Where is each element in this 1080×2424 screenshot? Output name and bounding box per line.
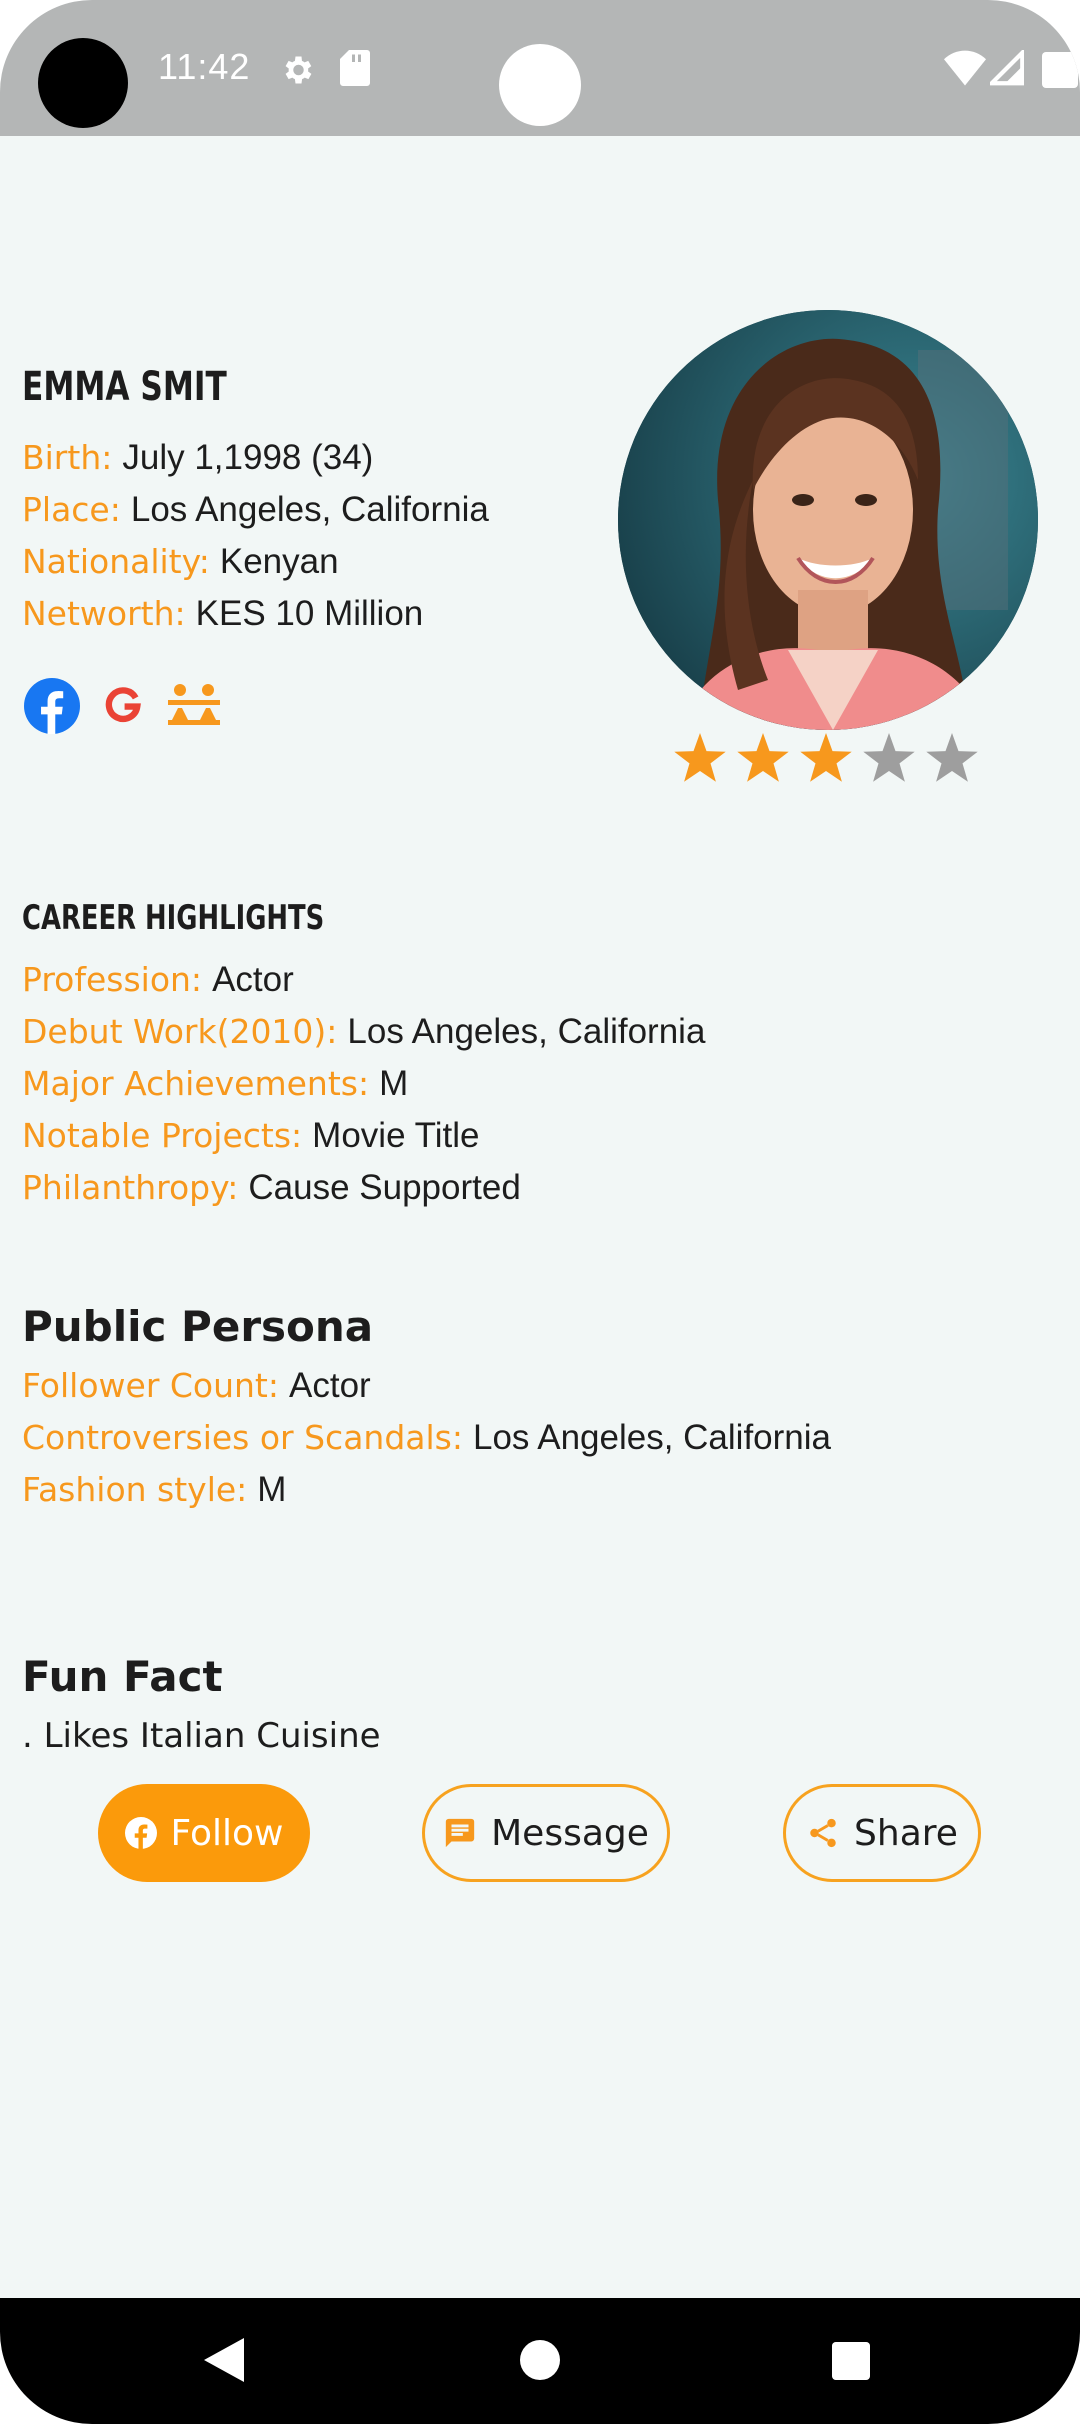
detail-row-networth: Networth: KES 10 Million (22, 594, 423, 634)
message-button[interactable]: Message (422, 1784, 670, 1882)
persona-label: Follower Count: (22, 1366, 279, 1405)
career-row-projects: Notable Projects: Movie Title (22, 1116, 479, 1156)
star-filled-icon (674, 733, 726, 782)
star-filled-icon (800, 733, 852, 782)
share-icon (810, 1818, 836, 1848)
message-icon (445, 1818, 475, 1848)
group-icon[interactable] (166, 684, 222, 728)
signal-icon (990, 50, 1024, 86)
share-label: Share (854, 1812, 958, 1854)
home-icon[interactable] (520, 2340, 560, 2380)
detail-label: Birth: (22, 438, 113, 477)
detail-label: Networth: (22, 594, 186, 633)
camera-cutout (38, 38, 128, 128)
recents-icon[interactable] (832, 2342, 870, 2380)
persona-title: Public Persona (22, 1302, 374, 1351)
facebook-icon[interactable] (24, 678, 80, 734)
google-icon[interactable] (104, 686, 142, 724)
persona-row-controversies: Controversies or Scandals: Los Angeles, C… (22, 1418, 831, 1458)
persona-row-fashion: Fashion style: M (22, 1470, 286, 1510)
persona-label: Controversies or Scandals: (22, 1418, 463, 1457)
persona-value: M (257, 1470, 287, 1509)
facebook-icon (124, 1817, 157, 1849)
career-label: Profession: (22, 960, 203, 999)
star-filled-icon (737, 733, 789, 782)
follow-label: Follow (170, 1812, 284, 1854)
persona-value: Actor (289, 1366, 371, 1405)
fun-fact-title: Fun Fact (22, 1652, 223, 1701)
detail-value: July 1,1998 (34) (122, 438, 374, 477)
career-row-debut: Debut Work(2010): Los Angeles, California (22, 1012, 705, 1052)
phone-screen: 11:42 EMMA SMIT Birth: July 1,1998 (34) P… (0, 0, 1080, 2424)
battery-icon (1042, 52, 1078, 88)
persona-label: Fashion style: (22, 1470, 248, 1509)
career-label: Philanthropy: (22, 1168, 239, 1207)
career-row-achievements: Major Achievements: M (22, 1064, 408, 1104)
sd-card-icon (340, 50, 370, 86)
persona-row-followers: Follower Count: Actor (22, 1366, 371, 1406)
profile-avatar (618, 310, 1038, 730)
detail-value: Kenyan (219, 542, 339, 581)
message-label: Message (491, 1812, 649, 1854)
detail-row-place: Place: Los Angeles, California (22, 490, 489, 530)
fun-fact-text: . Likes Italian Cuisine (22, 1716, 381, 1756)
detail-label: Place: (22, 490, 121, 529)
wifi-icon (944, 50, 986, 86)
career-value: Los Angeles, California (347, 1012, 706, 1051)
status-time: 11:42 (158, 46, 251, 87)
detail-row-birth: Birth: July 1,1998 (34) (22, 438, 373, 478)
career-label: Notable Projects: (22, 1116, 303, 1155)
detail-value: Los Angeles, California (130, 490, 489, 529)
back-icon[interactable] (204, 2338, 244, 2382)
persona-value: Los Angeles, California (473, 1418, 831, 1457)
career-label: Debut Work(2010): (22, 1012, 338, 1051)
settings-icon (285, 56, 312, 84)
career-value: Movie Title (312, 1116, 480, 1155)
career-label: Major Achievements: (22, 1064, 370, 1103)
status-bar: 11:42 (0, 0, 1080, 136)
career-row-profession: Profession: Actor (22, 960, 294, 1000)
detail-label: Nationality: (22, 542, 210, 581)
detail-value: KES 10 Million (195, 594, 424, 633)
career-value: M (379, 1064, 409, 1103)
star-empty-icon (863, 733, 915, 782)
detail-row-nationality: Nationality: Kenyan (22, 542, 339, 582)
career-row-philanthropy: Philanthropy: Cause Supported (22, 1168, 521, 1208)
follow-button[interactable]: Follow (98, 1784, 310, 1882)
career-value: Cause Supported (248, 1168, 521, 1207)
rating-stars (672, 732, 1002, 793)
share-button[interactable]: Share (783, 1784, 981, 1882)
career-title: CAREER HIGHLIGHTS (22, 898, 325, 938)
profile-name: EMMA SMIT (22, 364, 227, 410)
navigation-bar (0, 2298, 1080, 2424)
front-sensor (499, 44, 581, 126)
career-value: Actor (212, 960, 294, 999)
star-empty-icon (926, 733, 978, 782)
